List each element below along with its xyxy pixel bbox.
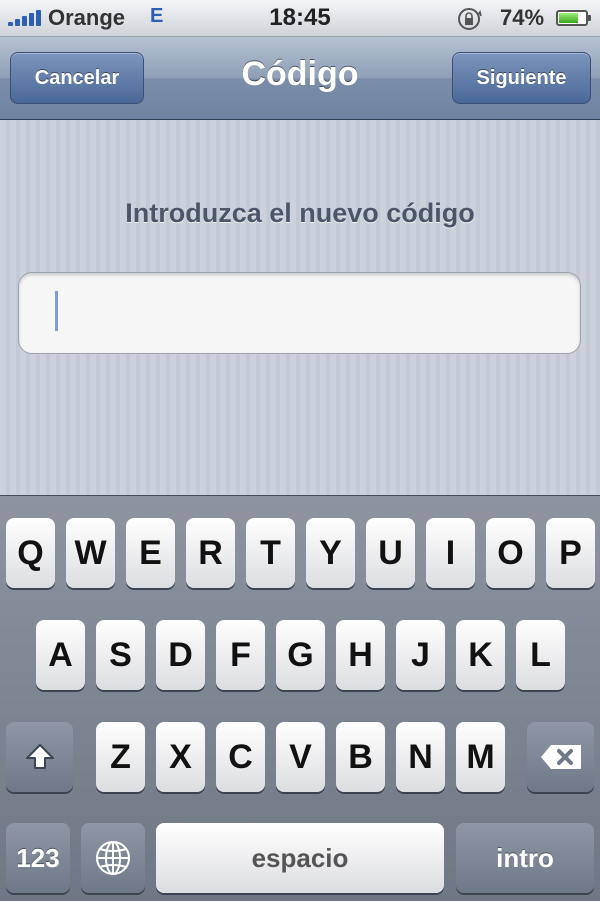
key-i[interactable]: I (426, 518, 475, 588)
key-w[interactable]: W (66, 518, 115, 588)
next-button[interactable]: Siguiente (452, 52, 591, 104)
backspace-icon (540, 745, 581, 769)
battery-percent: 74% (500, 5, 545, 30)
shift-icon (25, 744, 54, 769)
key-c[interactable]: C (216, 722, 265, 792)
key-e[interactable]: E (126, 518, 175, 588)
status-bar: Orange E 18:45 74% (0, 0, 600, 37)
passcode-panel: Introduzca el nuevo código (0, 120, 600, 495)
space-key[interactable]: espacio (156, 823, 444, 893)
key-t[interactable]: T (246, 518, 295, 588)
backspace-key[interactable] (527, 722, 594, 792)
key-b[interactable]: B (336, 722, 385, 792)
return-key[interactable]: intro (456, 823, 594, 893)
keyboard: Q W E R T Y U I O P A S D F G H J K L Z … (0, 495, 600, 901)
key-u[interactable]: U (366, 518, 415, 588)
key-y[interactable]: Y (306, 518, 355, 588)
key-h[interactable]: H (336, 620, 385, 690)
key-o[interactable]: O (486, 518, 535, 588)
text-caret (55, 291, 58, 331)
key-d[interactable]: D (156, 620, 205, 690)
globe-icon (96, 841, 130, 875)
key-z[interactable]: Z (96, 722, 145, 792)
key-q[interactable]: Q (6, 518, 55, 588)
key-p[interactable]: P (546, 518, 595, 588)
battery-icon (556, 10, 591, 26)
key-x[interactable]: X (156, 722, 205, 792)
key-k[interactable]: K (456, 620, 505, 690)
key-m[interactable]: M (456, 722, 505, 792)
key-f[interactable]: F (216, 620, 265, 690)
numbers-key[interactable]: 123 (6, 823, 70, 893)
passcode-prompt: Introduzca el nuevo código (125, 198, 475, 228)
key-j[interactable]: J (396, 620, 445, 690)
key-l[interactable]: L (516, 620, 565, 690)
key-s[interactable]: S (96, 620, 145, 690)
key-a[interactable]: A (36, 620, 85, 690)
key-n[interactable]: N (396, 722, 445, 792)
passcode-input[interactable] (18, 272, 581, 354)
key-g[interactable]: G (276, 620, 325, 690)
key-v[interactable]: V (276, 722, 325, 792)
shift-key[interactable] (6, 722, 73, 792)
key-r[interactable]: R (186, 518, 235, 588)
globe-key[interactable] (81, 823, 145, 893)
rotation-lock-icon (458, 8, 482, 30)
navigation-bar: Cancelar Código Siguiente (0, 37, 600, 120)
